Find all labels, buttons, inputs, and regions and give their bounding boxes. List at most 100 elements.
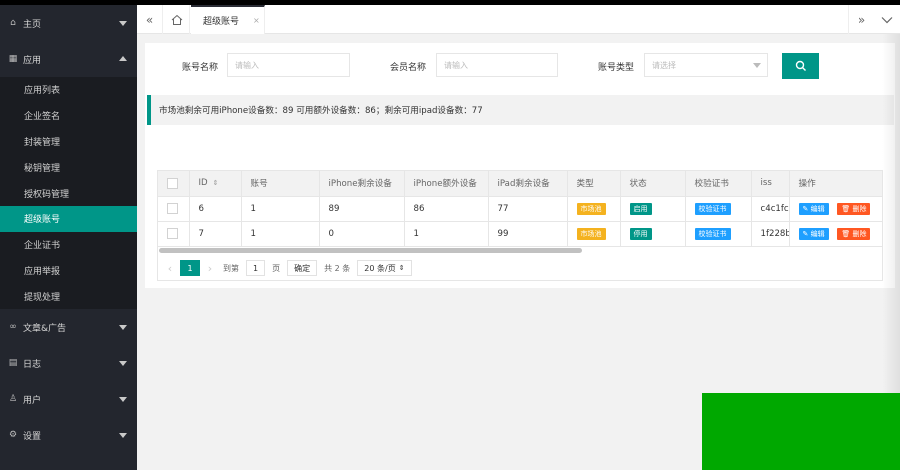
tab-menu-button[interactable] <box>874 5 900 34</box>
sidebar-item-withdraw[interactable]: 提现处理 <box>0 283 137 309</box>
sidebar: ⌂ 主页 ▦ 应用 应用列表 企业签名 封装管理 秘钥管理 授权码管理 超级账号… <box>0 5 137 470</box>
tab-super-account[interactable]: 超级账号 × <box>191 5 265 34</box>
goto-confirm-button[interactable]: 确定 <box>287 260 318 276</box>
goto-label: 到第 <box>223 263 239 273</box>
edit-button[interactable]: ✎ 编辑 <box>798 202 829 215</box>
next-page-icon[interactable]: › <box>200 262 220 275</box>
search-icon <box>795 60 806 71</box>
cell-iphone-left: 89 <box>319 196 405 222</box>
cell-iss: 1f228b <box>751 221 790 247</box>
caret-down-icon <box>753 63 761 68</box>
page-size-select[interactable]: 20 条/页 ⇕ <box>357 260 412 276</box>
status-badge[interactable]: 启用 <box>629 202 652 215</box>
verify-cert-button[interactable]: 校验证书 <box>694 227 731 240</box>
sidebar-item-enterprise-cert[interactable]: 企业证书 <box>0 232 137 258</box>
member-name-input[interactable]: 请输入 <box>436 53 558 77</box>
sidebar-item-auth-code[interactable]: 授权码管理 <box>0 180 137 206</box>
header-cert: 校验证书 <box>685 171 752 197</box>
header-ipad-left: iPad剩余设备 <box>488 171 568 197</box>
sidebar-submenu-apps: 应用列表 企业签名 封装管理 秘钥管理 授权码管理 超级账号 企业证书 应用举报… <box>0 77 137 310</box>
cell-status: 启用 <box>620 196 686 222</box>
header-account: 账号 <box>241 171 320 197</box>
delete-label: 删除 <box>852 229 867 238</box>
row-checkbox-cell <box>158 196 190 222</box>
sidebar-item-enterprise-sign[interactable]: 企业签名 <box>0 103 137 129</box>
sidebar-group-users[interactable]: ♙ 用户 <box>0 381 137 417</box>
header-iss: iss <box>751 171 790 197</box>
search-button[interactable] <box>782 53 819 79</box>
edit-label: 编辑 <box>810 204 825 213</box>
green-overlay-block <box>702 393 900 470</box>
cell-cert: 校验证书 <box>685 221 752 247</box>
total-count: 共 2 条 <box>324 263 351 273</box>
notice-text: 市场池剩余可用iPhone设备数：89 可用额外设备数：86；剩余可用ipad设… <box>159 106 483 116</box>
sidebar-group-home[interactable]: ⌂ 主页 <box>0 5 137 41</box>
cell-id: 7 <box>189 221 242 247</box>
chevron-down-icon <box>119 361 127 367</box>
verify-cert-button[interactable]: 校验证书 <box>694 202 731 215</box>
log-icon: ▤ <box>8 358 18 369</box>
cell-ipad-left: 77 <box>488 196 568 222</box>
sidebar-group-articles[interactable]: ∞ 文章&广告 <box>0 309 137 345</box>
cell-actions: ✎ 编辑 🗑 删除 <box>789 221 882 247</box>
home-icon <box>171 14 182 25</box>
cell-ipad-left: 99 <box>488 221 568 247</box>
tab-label: 超级账号 <box>203 17 240 27</box>
cell-id: 6 <box>189 196 242 222</box>
account-type-placeholder: 请选择 <box>652 60 676 70</box>
delete-label: 删除 <box>852 204 867 213</box>
sidebar-item-super-account[interactable]: 超级账号 <box>0 205 137 232</box>
select-all-checkbox[interactable] <box>167 177 178 189</box>
chevron-down-icon <box>119 397 127 403</box>
account-type-select[interactable]: 请选择 <box>644 53 768 77</box>
scroll-tabs-right-button[interactable]: » <box>848 5 874 34</box>
chevron-down-icon <box>119 21 127 26</box>
scroll-tabs-left-button[interactable]: « <box>137 5 163 34</box>
sidebar-group-apps[interactable]: ▦ 应用 <box>0 41 137 77</box>
link-icon: ∞ <box>9 322 17 333</box>
row-checkbox-cell <box>158 221 190 247</box>
type-badge: 市场池 <box>576 202 606 215</box>
chevron-up-icon <box>119 56 127 61</box>
sidebar-group-settings[interactable]: ⚙ 设置 <box>0 417 137 453</box>
row-checkbox[interactable] <box>167 228 178 239</box>
goto-page-input[interactable]: 1 <box>246 260 266 276</box>
edit-button[interactable]: ✎ 编辑 <box>798 227 829 240</box>
account-name-input[interactable]: 请输入 <box>227 53 350 77</box>
sort-icon[interactable]: ⇕ <box>213 179 219 187</box>
member-name-label: 会员名称 <box>390 63 427 73</box>
header-actions: 操作 <box>789 171 882 197</box>
pagination: ‹ 1 › 到第 1 页 确定 共 2 条 20 条/页 ⇕ <box>160 259 416 277</box>
cell-actions: ✎ 编辑 🗑 删除 <box>789 196 882 222</box>
sidebar-item-secret-key[interactable]: 秘钥管理 <box>0 154 137 180</box>
sidebar-item-app-list[interactable]: 应用列表 <box>0 77 137 103</box>
current-page-button[interactable]: 1 <box>180 260 200 276</box>
cell-iphone-extra: 1 <box>404 221 489 247</box>
select-arrows-icon: ⇕ <box>398 264 405 272</box>
cell-account: 1 <box>241 221 320 247</box>
row-checkbox[interactable] <box>167 203 178 214</box>
status-badge[interactable]: 停用 <box>629 227 652 240</box>
sidebar-item-app-report[interactable]: 应用举报 <box>0 258 137 284</box>
sidebar-group-logs[interactable]: ▤ 日志 <box>0 345 137 381</box>
header-iphone-extra: iPhone额外设备 <box>404 171 489 197</box>
edit-icon: ✎ <box>802 229 809 238</box>
header-status: 状态 <box>620 171 686 197</box>
close-icon[interactable]: × <box>253 16 260 25</box>
header-id[interactable]: ID ⇕ <box>189 171 242 197</box>
prev-page-icon[interactable]: ‹ <box>160 262 180 275</box>
cell-type: 市场池 <box>567 221 621 247</box>
cell-iphone-left: 0 <box>319 221 405 247</box>
table-row: 7 1 0 1 99 市场池 停用 校验证书 1f228b ✎ 编辑 🗑 删除 <box>158 221 882 247</box>
trash-icon: 🗑 <box>841 204 851 213</box>
cell-iphone-extra: 86 <box>404 196 489 222</box>
table-header-row: ID ⇕ 账号 iPhone剩余设备 iPhone额外设备 iPad剩余设备 类型… <box>158 171 882 197</box>
delete-button[interactable]: 🗑 删除 <box>837 202 871 215</box>
sidebar-item-package-manage[interactable]: 封装管理 <box>0 129 137 155</box>
page-size-value: 20 条/页 <box>364 263 396 273</box>
table-horizontal-scrollbar[interactable] <box>159 248 582 253</box>
sidebar-group-label: 用户 <box>23 395 42 406</box>
chevron-down-icon <box>119 325 127 331</box>
delete-button[interactable]: 🗑 删除 <box>837 227 871 240</box>
home-tab-button[interactable] <box>164 5 190 34</box>
